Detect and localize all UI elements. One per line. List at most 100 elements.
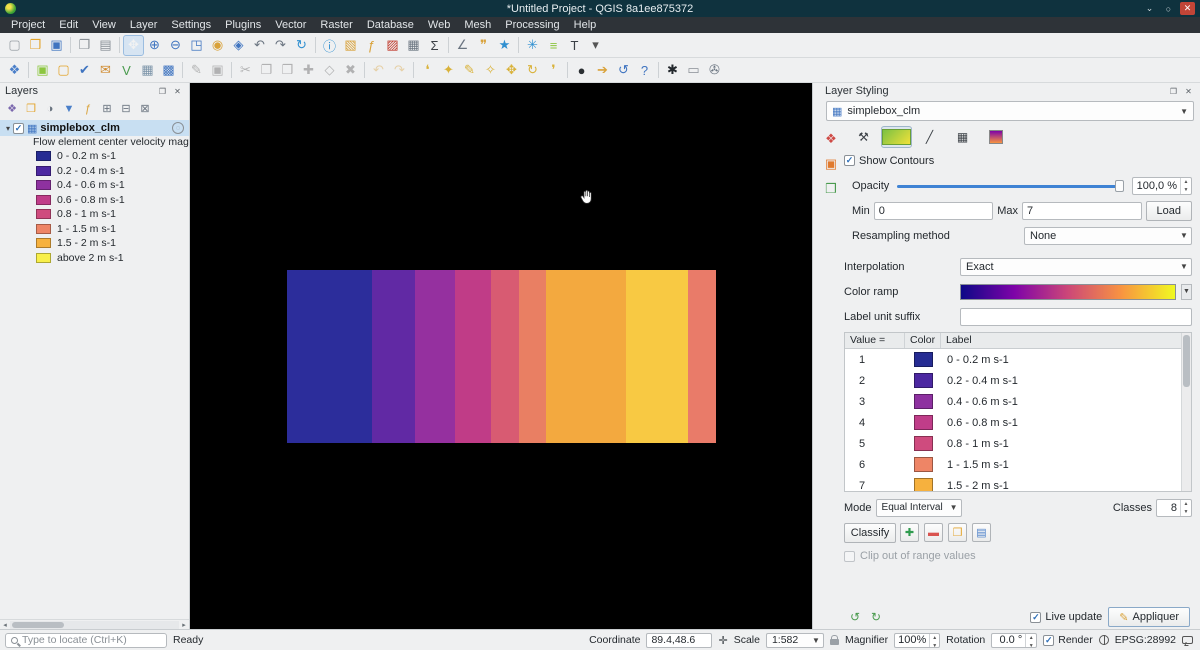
field-calculator-icon[interactable]: Σ [424,35,445,56]
opacity-slider[interactable] [897,178,1124,194]
locate-input[interactable]: Type to locate (Ctrl+K) [5,633,167,648]
label-cell[interactable]: 0.4 - 0.6 m s-1 [941,396,1181,408]
table-row[interactable]: 61 - 1.5 m s-1 [845,454,1181,475]
new-bookmark-icon[interactable]: ★ [494,35,515,56]
table-row[interactable]: 4 0.6 - 0.8 m s-1 [845,412,1181,433]
legend-item[interactable]: 0 - 0.2 m s-1 [0,149,189,164]
layer-visibility-checkbox[interactable] [13,123,24,134]
color-swatch[interactable] [914,478,933,491]
color-swatch[interactable] [914,373,933,388]
symbology-badge-icon[interactable]: ❖ [825,131,837,147]
menu-project[interactable]: Project [4,18,52,32]
menu-settings[interactable]: Settings [164,18,218,32]
zoom-out-icon[interactable]: ⊖ [165,35,186,56]
new-shapefile-icon[interactable]: ▢ [53,60,74,81]
color-cell[interactable] [905,352,941,367]
zoom-last-icon[interactable]: ↶ [249,35,270,56]
add-raster-layer-icon[interactable]: ▦ [137,60,158,81]
select-by-expression-icon[interactable]: ƒ [361,35,382,56]
remove-layer-icon[interactable]: ⊠ [137,101,153,117]
menu-edit[interactable]: Edit [52,18,85,32]
scale-combo[interactable]: 1:582 ▼ [766,633,824,648]
export-color-map-button[interactable]: ▤ [972,523,991,542]
extents-icon[interactable]: ✛ [718,634,727,647]
menu-web[interactable]: Web [421,18,457,32]
add-mesh-layer-icon[interactable]: ▩ [158,60,179,81]
labels-badge-icon[interactable]: ▣ [825,156,837,172]
legend-item[interactable]: above 2 m s-1 [0,251,189,266]
scroll-right-icon[interactable]: ▸ [179,621,189,629]
value-cell[interactable]: 1 [845,354,905,366]
opacity-spinbox[interactable]: 100,0 % ▲▼ [1132,177,1192,195]
table-header-1[interactable]: Value = [845,333,905,348]
open-project-icon[interactable]: ❒ [25,35,46,56]
layer-row-simplebox-clm[interactable]: ▾ ▦ simplebox_clm ◌ [0,120,189,136]
value-cell[interactable]: 2 [845,375,905,387]
label-cell[interactable]: 1.5 - 2 m s-1 [941,480,1181,492]
scroll-left-icon[interactable]: ◂ [0,621,10,629]
close-panel-icon[interactable]: ✕ [1182,85,1195,97]
resampling-dropdown[interactable]: None ▼ [1024,227,1192,245]
label-cell[interactable]: 0.8 - 1 m s-1 [941,438,1181,450]
new-project-icon[interactable]: ▢ [4,35,25,56]
toggle-editing-icon[interactable]: ✎ [186,60,207,81]
table-row[interactable]: 10 - 0.2 m s-1 [845,349,1181,370]
float-panel-icon[interactable]: ❐ [156,85,169,97]
redo-icon[interactable]: ↷ [389,60,410,81]
zoom-in-icon[interactable]: ⊕ [144,35,165,56]
zoom-full-icon[interactable]: ◳ [186,35,207,56]
style-redo-button[interactable]: ↻ [867,608,885,626]
label-cell[interactable]: 0.2 - 0.4 m s-1 [941,375,1181,387]
layer-indicator-icon[interactable]: ◌ [172,122,184,134]
coordinate-input[interactable]: 89.4,48.6 [646,633,712,648]
delete-selected-icon[interactable]: ✖ [340,60,361,81]
select-features-icon[interactable]: ▧ [340,35,361,56]
expand-all-icon[interactable]: ⊞ [99,101,115,117]
value-cell[interactable]: 7 [845,480,905,492]
identify-features-icon[interactable]: ⓘ [319,35,340,56]
table-row[interactable]: 2 0.2 - 0.4 m s-1 [845,370,1181,391]
python-console-icon[interactable]: ▭ [683,60,704,81]
label-cell[interactable]: 0.6 - 0.8 m s-1 [941,417,1181,429]
averaging-tab[interactable] [980,126,1011,148]
label-unit-suffix-input[interactable] [960,308,1192,326]
filter-by-expression-icon[interactable]: ƒ [80,101,96,117]
contours-tab[interactable] [881,126,912,148]
legend-item[interactable]: 0.2 - 0.4 m s-1 [0,164,189,179]
help-contents-icon[interactable]: ↺ [613,60,634,81]
menu-layer[interactable]: Layer [123,18,165,32]
color-swatch[interactable] [914,415,933,430]
menu-processing[interactable]: Processing [498,18,566,32]
open-layer-styling-panel-icon[interactable]: ❖ [4,101,20,117]
color-cell[interactable] [905,457,941,472]
osm-search-icon[interactable]: ● [571,60,592,81]
close-panel-icon[interactable]: ✕ [171,85,184,97]
undo-icon[interactable]: ↶ [368,60,389,81]
highlight-labels-icon[interactable]: ✧ [480,60,501,81]
pin-labels-icon[interactable]: ✎ [459,60,480,81]
refresh-map-icon[interactable]: ↻ [291,35,312,56]
close-button[interactable]: ✕ [1180,2,1195,15]
table-header-2[interactable]: Color [905,333,941,348]
plugins-icon[interactable]: ✱ [662,60,683,81]
load-color-map-button[interactable]: ❒ [948,523,967,542]
min-input[interactable]: 0 [874,202,994,220]
value-cell[interactable]: 4 [845,417,905,429]
filter-legend-icon[interactable]: ▼ [61,101,77,117]
render-checkbox[interactable] [1043,635,1054,646]
whats-this-icon[interactable]: ? [634,60,655,81]
layers-hscrollbar[interactable]: ◂ ▸ [0,619,189,629]
legend-item[interactable]: 0.4 - 0.6 m s-1 [0,178,189,193]
live-update-checkbox[interactable] [1030,612,1041,623]
legend-item[interactable]: 0.6 - 0.8 m s-1 [0,193,189,208]
paste-features-icon[interactable]: ❒ [277,60,298,81]
panel-splitter[interactable] [812,83,820,629]
new-geopackage-icon[interactable]: ▣ [32,60,53,81]
value-cell[interactable]: 3 [845,396,905,408]
statistics-icon[interactable]: ≡ [543,35,564,56]
rotation-spinbox[interactable]: 0.0 ° ▲▼ [991,633,1037,648]
layer-labeling-icon[interactable]: ❛ [417,60,438,81]
rotate-label-icon[interactable]: ↻ [522,60,543,81]
collapse-all-icon[interactable]: ⊟ [118,101,134,117]
vertex-tool-icon[interactable]: ◇ [319,60,340,81]
